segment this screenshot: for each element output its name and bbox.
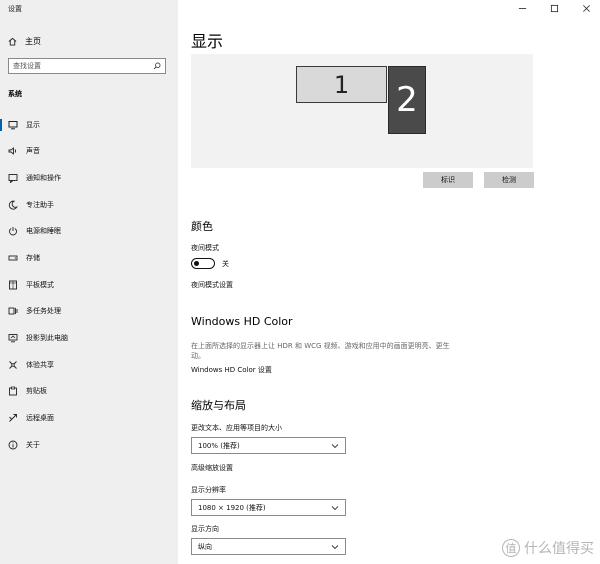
scale-dropdown[interactable]: 100% (推荐) (191, 437, 346, 454)
orientation-value: 纵向 (198, 542, 212, 551)
power-icon (9, 227, 17, 236)
notification-icon (8, 174, 18, 183)
hdr-description: 在上面所选择的显示器上让 HDR 和 WCG 视频、游戏和应用中的画面更明亮、更… (191, 342, 450, 360)
hdr-section-title: Windows HD Color (191, 315, 293, 328)
app-title: 设置 (8, 5, 22, 13)
tablet-icon (9, 280, 17, 290)
sidebar-item-label: 声音 (26, 147, 40, 155)
sidebar-item-label: 专注助手 (26, 201, 54, 209)
identify-button[interactable]: 标识 (423, 172, 473, 188)
sidebar-item-label: 多任务处理 (26, 307, 61, 315)
sidebar-item-clipboard[interactable]: 剪贴板 (0, 383, 178, 399)
display-arrangement-area: 1 2 (191, 54, 533, 168)
sidebar-item-storage[interactable]: 存储 (0, 250, 178, 266)
orientation-label: 显示方向 (191, 525, 219, 533)
search-input[interactable] (13, 62, 143, 70)
watermark: 值 什么值得买 (502, 538, 594, 558)
sidebar-item-label: 剪贴板 (26, 387, 47, 395)
chevron-down-icon (331, 505, 339, 510)
sidebar-item-notifications[interactable]: 通知和操作 (0, 170, 178, 186)
night-mode-state: 关 (222, 260, 229, 268)
sidebar-item-label: 平板模式 (26, 281, 54, 289)
minimize-icon (518, 7, 526, 9)
search-box[interactable] (8, 58, 166, 74)
detect-button[interactable]: 检测 (484, 172, 534, 188)
orientation-dropdown[interactable]: 纵向 (191, 538, 346, 555)
color-section-title: 颜色 (191, 220, 213, 233)
info-icon (8, 440, 18, 450)
night-mode-label: 夜间模式 (191, 244, 219, 252)
resolution-value: 1080 × 1920 (推荐) (198, 503, 266, 512)
chevron-down-icon (331, 443, 339, 448)
resolution-label: 显示分辨率 (191, 486, 226, 494)
watermark-text: 什么值得买 (524, 541, 594, 557)
maximize-button[interactable] (548, 2, 560, 14)
close-icon (582, 4, 590, 12)
watermark-badge-icon: 值 (502, 539, 520, 557)
project-icon (8, 334, 18, 343)
scale-section-title: 缩放与布局 (191, 399, 246, 412)
sidebar: 设置 主页 系统 显示 声音 通知和操作 专注助手 电源和睡眠 存储 平板模式 … (0, 0, 178, 564)
speaker-icon (8, 147, 17, 155)
night-mode-toggle[interactable] (191, 258, 215, 269)
page-title: 显示 (191, 32, 224, 51)
sidebar-item-label: 通知和操作 (26, 174, 61, 182)
remote-desktop-icon (9, 414, 17, 422)
storage-icon (8, 255, 18, 261)
scale-label: 更改文本、应用等项目的大小 (191, 424, 282, 432)
sidebar-item-label: 关于 (26, 441, 40, 449)
sidebar-item-multitasking[interactable]: 多任务处理 (0, 303, 178, 319)
sidebar-item-sound[interactable]: 声音 (0, 143, 178, 159)
sidebar-item-display[interactable]: 显示 (0, 117, 178, 133)
sidebar-item-shared-experiences[interactable]: 体验共享 (0, 357, 178, 373)
sidebar-item-focus-assist[interactable]: 专注助手 (0, 197, 178, 213)
chevron-down-icon (331, 544, 339, 549)
monitor-1[interactable]: 1 (296, 66, 387, 103)
sidebar-item-project[interactable]: 投影到此电脑 (0, 330, 178, 346)
hdr-settings-link[interactable]: Windows HD Color 设置 (191, 365, 272, 375)
window-controls (516, 2, 592, 14)
section-label-system: 系统 (8, 90, 22, 98)
sidebar-item-tablet-mode[interactable]: 平板模式 (0, 277, 178, 293)
maximize-icon (550, 4, 558, 12)
sidebar-item-about[interactable]: 关于 (0, 437, 178, 453)
search-icon[interactable] (153, 62, 161, 70)
scale-value: 100% (推荐) (198, 441, 240, 450)
clipboard-icon (9, 386, 17, 396)
night-mode-settings-link[interactable]: 夜间模式设置 (191, 280, 233, 290)
close-button[interactable] (580, 2, 592, 14)
sidebar-item-remote-desktop[interactable]: 远程桌面 (0, 410, 178, 426)
minimize-button[interactable] (516, 2, 528, 14)
advanced-scaling-link[interactable]: 高级缩放设置 (191, 463, 233, 473)
share-icon (9, 361, 17, 369)
sidebar-item-label: 体验共享 (26, 361, 54, 369)
sidebar-item-power-sleep[interactable]: 电源和睡眠 (0, 223, 178, 239)
sidebar-item-label: 远程桌面 (26, 414, 54, 422)
main-content: 显示 1 2 标识 检测 颜色 夜间模式 关 夜间模式设置 Windows HD… (178, 0, 600, 564)
home-label: 主页 (25, 36, 41, 46)
multitask-icon (8, 307, 18, 315)
sidebar-item-label: 显示 (26, 121, 40, 129)
sidebar-item-label: 存储 (26, 254, 40, 262)
monitor-2[interactable]: 2 (388, 66, 426, 134)
moon-icon (8, 200, 18, 210)
home-nav-item[interactable]: 主页 (8, 34, 173, 48)
home-icon (8, 37, 17, 46)
sidebar-item-label: 投影到此电脑 (26, 334, 68, 342)
sidebar-item-label: 电源和睡眠 (26, 227, 61, 235)
resolution-dropdown[interactable]: 1080 × 1920 (推荐) (191, 499, 346, 516)
monitor-icon (8, 121, 18, 130)
